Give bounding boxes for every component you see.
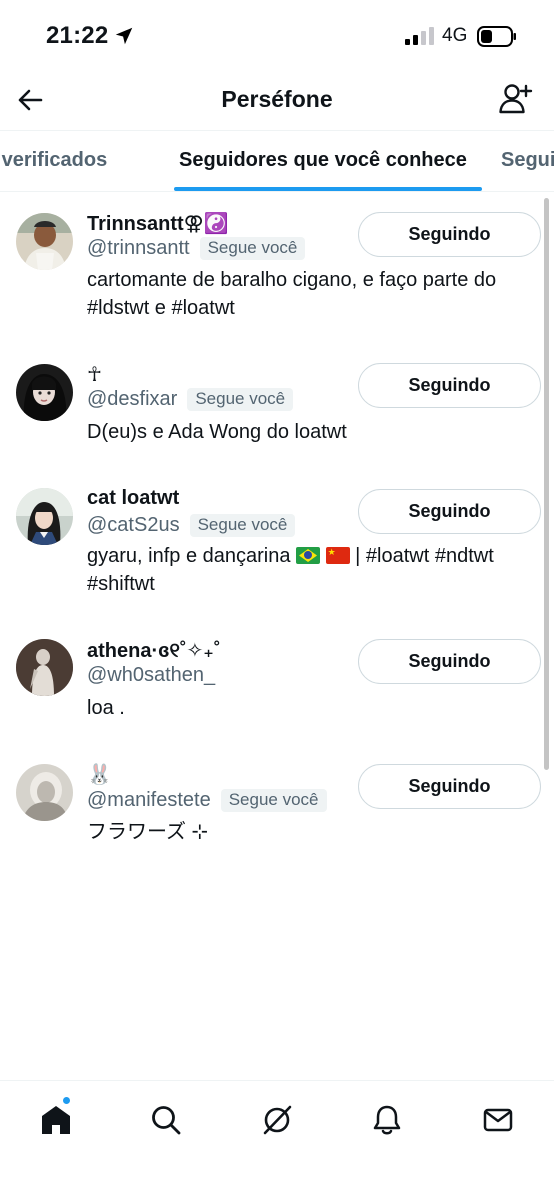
notification-dot (62, 1096, 71, 1105)
tab-bar: res verificados Seguidores que você conh… (0, 130, 554, 192)
handle-line: @wh0sathen_ (87, 664, 215, 687)
nav-notifications[interactable] (362, 1095, 412, 1145)
user-handle: @wh0sathen_ (87, 664, 216, 686)
nav-grok[interactable] (252, 1095, 302, 1145)
nav-search[interactable] (141, 1095, 191, 1145)
avatar[interactable] (16, 488, 73, 545)
user-bio: gyaru, infp e dançarina | #loatwt #ndtwt… (87, 542, 537, 598)
cellular-signal-icon (405, 27, 434, 45)
avatar[interactable] (16, 764, 73, 821)
handle-line: @trinnsantt Segue você (87, 237, 306, 260)
follows-you-badge: Segue você (189, 514, 296, 537)
bell-icon (373, 1105, 401, 1135)
user-name: ☥ (87, 364, 102, 386)
add-user-icon (499, 84, 533, 114)
list-item[interactable]: athena·ɞ୧˚✧₊˚ @wh0sathen_ loa . Seguindo (0, 618, 554, 744)
nav-messages[interactable] (473, 1095, 523, 1145)
user-name: 🐰 (87, 764, 112, 786)
follows-you-badge: Segue você (199, 237, 306, 260)
search-icon (152, 1106, 181, 1135)
user-bio: フラワーズ ⊹ (87, 821, 209, 843)
avatar[interactable] (16, 364, 73, 421)
user-bio: loa . (87, 697, 125, 719)
list-item[interactable]: cat loatwt @catS2us Segue você gyaru, in… (0, 468, 554, 618)
tab-following[interactable]: Segui (501, 149, 554, 172)
list-item[interactable]: 🐰 @manifestete Segue você フラワーズ ⊹ Seguin… (0, 744, 554, 870)
grok-icon (263, 1105, 292, 1135)
scrollbar[interactable] (544, 198, 549, 770)
following-button[interactable]: Seguindo (358, 363, 541, 408)
user-bio: cartomante de baralho cigano, e faço par… (87, 269, 497, 319)
following-button[interactable]: Seguindo (358, 639, 541, 684)
user-handle: @desfixar (87, 388, 178, 410)
follows-you-badge: Segue você (220, 789, 327, 812)
user-handle: @catS2us (87, 514, 180, 536)
list-item[interactable]: Trinnsantt⚢☯️ @trinnsantt Segue você car… (0, 192, 554, 342)
avatar[interactable] (16, 213, 73, 270)
active-tab-indicator (174, 187, 482, 191)
handle-line: @catS2us Segue você (87, 514, 296, 537)
user-bio: D(eu)s e Ada Wong do loatwt (87, 421, 347, 443)
mail-icon (483, 1108, 513, 1132)
nav-home[interactable] (31, 1095, 81, 1145)
user-handle: @manifestete (87, 789, 211, 811)
tab-followers-you-know[interactable]: Seguidores que você conhece (179, 149, 467, 172)
user-name: Trinnsantt⚢☯️ (87, 213, 229, 235)
list-item[interactable]: ☥ @desfixar Segue você D(eu)s e Ada Wong… (0, 342, 554, 468)
status-bar: 21:22 4G (0, 0, 554, 72)
brazil-flag-icon (296, 547, 321, 564)
bottom-nav (0, 1080, 554, 1200)
handle-line: @manifestete Segue você (87, 789, 327, 812)
avatar[interactable] (16, 639, 73, 696)
battery-icon (477, 26, 516, 47)
header: Perséfone (0, 72, 554, 130)
page-title: Perséfone (221, 86, 333, 112)
add-user-button[interactable] (494, 78, 536, 120)
user-handle: @trinnsantt (87, 237, 190, 259)
user-name: athena·ɞ୧˚✧₊˚ (87, 640, 221, 662)
following-button[interactable]: Seguindo (358, 212, 541, 257)
tab-verified-followers[interactable]: res verificados (0, 149, 107, 172)
status-time: 21:22 (46, 22, 109, 49)
follows-you-badge: Segue você (187, 388, 294, 411)
user-name: cat loatwt (87, 487, 180, 509)
china-flag-icon (325, 547, 350, 564)
following-button[interactable]: Seguindo (358, 764, 541, 809)
handle-line: @desfixar Segue você (87, 388, 294, 411)
home-icon (42, 1106, 70, 1134)
network-type: 4G (442, 25, 468, 46)
following-button[interactable]: Seguindo (358, 489, 541, 534)
location-arrow-icon (115, 27, 133, 45)
name-emoji: ⚢☯️ (183, 213, 229, 235)
